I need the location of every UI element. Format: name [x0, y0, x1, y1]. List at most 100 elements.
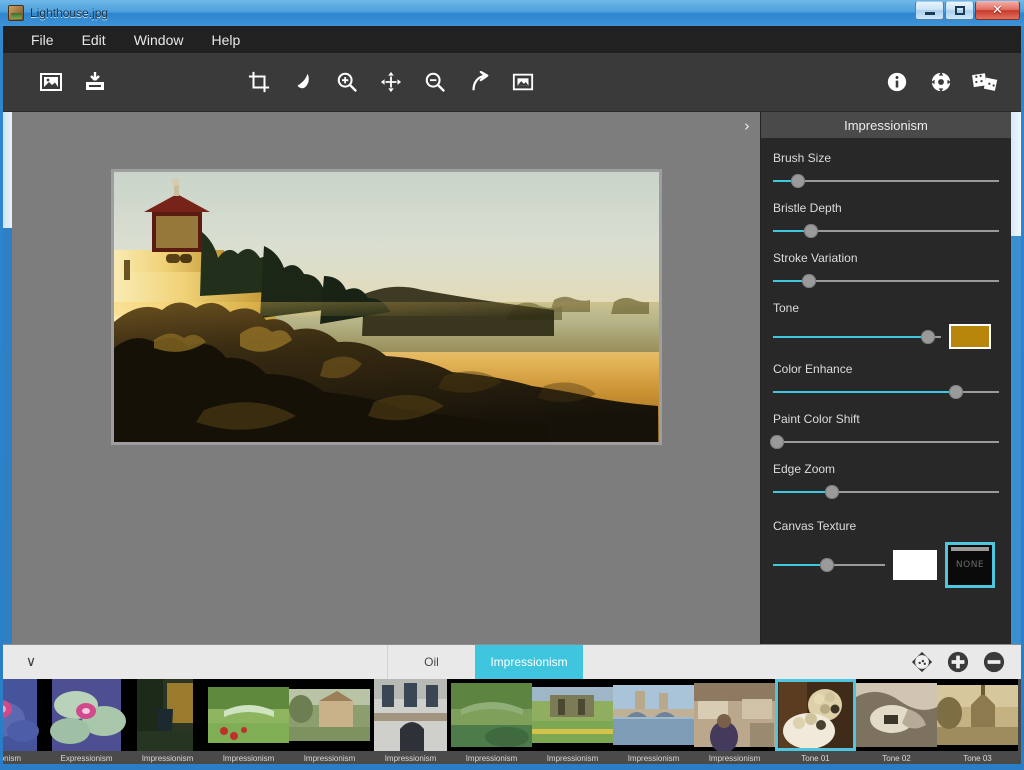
close-button[interactable]: ✕ — [975, 1, 1020, 20]
thumbnail-item[interactable]: Impressionism 08 — [613, 679, 694, 764]
open-image-button[interactable] — [29, 62, 73, 102]
thumbnail-item[interactable]: ssionism 05 — [3, 679, 46, 764]
menu-edit[interactable]: Edit — [68, 28, 120, 52]
color-enhance-slider[interactable] — [773, 385, 999, 399]
canvas-area[interactable]: › — [3, 112, 760, 644]
canal-autumn-thumb — [127, 679, 208, 751]
architecture-thumb — [370, 679, 451, 751]
random-preset-icon[interactable] — [911, 651, 933, 673]
info-button[interactable] — [875, 62, 919, 102]
presets-button[interactable] — [963, 62, 1007, 102]
slider-knob[interactable] — [824, 485, 839, 499]
redo-button[interactable] — [457, 62, 501, 102]
zoom-out-button[interactable] — [413, 62, 457, 102]
left-scrollbar-thumb[interactable] — [3, 112, 12, 228]
thumbnail-item[interactable]: Impressionism 09 — [694, 679, 775, 764]
pan-move-button[interactable] — [369, 62, 413, 102]
paint-color-shift-slider[interactable] — [770, 435, 999, 449]
thumbnail-caption: ssionism 05 — [3, 754, 22, 763]
thumbnail-item[interactable]: Tone 02 — [856, 679, 937, 764]
preset-tab-bar: ∨ Oil Impressionism — [3, 644, 1021, 679]
slider-knob[interactable] — [770, 435, 784, 449]
crop-button[interactable] — [237, 62, 281, 102]
thumbnail-item[interactable]: Tone 03 — [937, 679, 1018, 764]
paint-color-shift-label: Paint Color Shift — [773, 412, 860, 426]
minimize-button[interactable] — [915, 1, 944, 20]
stroke-variation-slider[interactable] — [773, 274, 999, 288]
thumbnail-item[interactable]: Impressionism 02 — [208, 679, 289, 764]
main-toolbar — [3, 53, 1021, 112]
window-controls: ✕ — [914, 1, 1020, 20]
thumbnail-caption: Impressionism 09 — [708, 754, 761, 763]
menu-file[interactable]: File — [17, 28, 68, 52]
thumbnail-item-selected[interactable]: Tone 01 — [775, 679, 856, 764]
bristle-depth-slider[interactable] — [773, 224, 999, 238]
grapes-bowl-thumb — [775, 679, 856, 751]
brush-button[interactable] — [281, 62, 325, 102]
right-vertical-scrollbar[interactable] — [1011, 112, 1021, 644]
thumbnail-image — [451, 679, 532, 751]
thumbnail-item[interactable]: Impressionism 05 — [370, 679, 451, 764]
waterlily-blue-thumb — [3, 679, 46, 751]
control-brush-size: Brush Size — [761, 151, 1011, 188]
slider-knob[interactable] — [790, 174, 805, 188]
canvas-image-frame[interactable] — [111, 169, 662, 445]
thumbnail-item[interactable]: Expressionism 07 — [46, 679, 127, 764]
canvas-texture-slider[interactable] — [773, 558, 885, 572]
thumbnail-item[interactable]: Impressionism 01 — [127, 679, 208, 764]
thumbnail-image — [937, 679, 1018, 751]
texture-none-swatch[interactable]: NONE — [945, 542, 995, 588]
waterlily-pink-thumb — [46, 679, 127, 751]
tabbar-spacer-left — [59, 645, 387, 679]
brush-icon — [297, 73, 309, 89]
slider-knob[interactable] — [804, 224, 819, 238]
menu-window[interactable]: Window — [120, 28, 198, 52]
tab-impressionism[interactable]: Impressionism — [475, 645, 583, 679]
edge-zoom-label: Edge Zoom — [773, 462, 836, 476]
app-photo-icon — [8, 5, 24, 21]
thumbnail-item[interactable]: Impressionism 03 — [289, 679, 370, 764]
maximize-button[interactable] — [945, 1, 974, 20]
brush-size-slider[interactable] — [773, 174, 999, 188]
thumbnail-image — [856, 679, 937, 751]
tab-oil[interactable]: Oil — [387, 645, 475, 679]
thumbnail-item[interactable]: Impressionism 06 — [451, 679, 532, 764]
preset-actions — [911, 645, 1021, 679]
tone-slider[interactable] — [773, 329, 941, 344]
slider-fill — [773, 564, 827, 566]
slider-track — [773, 180, 999, 182]
pan-move-icon — [380, 71, 402, 93]
settings-button[interactable] — [919, 62, 963, 102]
canvas-image — [114, 172, 659, 442]
texture-white-swatch[interactable] — [893, 550, 937, 580]
slider-knob[interactable] — [920, 329, 935, 344]
application-window: Lighthouse.jpg ✕ File Edit Window Help ›… — [0, 0, 1024, 770]
effect-settings-panel: Impressionism Brush Size Bristle Depth S… — [760, 112, 1011, 644]
thumbnail-image — [3, 679, 46, 751]
save-image-icon — [86, 72, 104, 90]
remove-preset-icon[interactable] — [983, 651, 1005, 673]
right-scrollbar-thumb[interactable] — [1011, 112, 1021, 236]
garden-bridge-thumb — [208, 679, 289, 751]
panel-collapse-button[interactable]: › — [734, 112, 760, 140]
left-vertical-scrollbar[interactable] — [3, 112, 12, 644]
zoom-in-button[interactable] — [325, 62, 369, 102]
fit-image-button[interactable] — [501, 62, 545, 102]
save-image-button[interactable] — [73, 62, 117, 102]
preset-thumbnail-strip[interactable]: ssionism 05 Expressionism 07 — [3, 679, 1021, 764]
slider-knob[interactable] — [802, 274, 817, 288]
edge-zoom-slider[interactable] — [773, 485, 999, 499]
add-preset-icon[interactable] — [947, 651, 969, 673]
collapse-strip-button[interactable]: ∨ — [3, 645, 59, 679]
thumbnail-item[interactable]: Impressionism 07 — [532, 679, 613, 764]
menu-help[interactable]: Help — [197, 28, 254, 52]
thumbnail-image — [46, 679, 127, 751]
slider-knob[interactable] — [819, 558, 834, 572]
color-enhance-label: Color Enhance — [773, 362, 853, 376]
slider-knob[interactable] — [949, 385, 964, 399]
minimize-icon — [924, 12, 935, 15]
bristle-depth-label: Bristle Depth — [773, 201, 842, 215]
tone-color-swatch[interactable] — [949, 324, 991, 349]
maximize-icon — [954, 6, 965, 15]
fit-image-icon — [512, 73, 534, 91]
